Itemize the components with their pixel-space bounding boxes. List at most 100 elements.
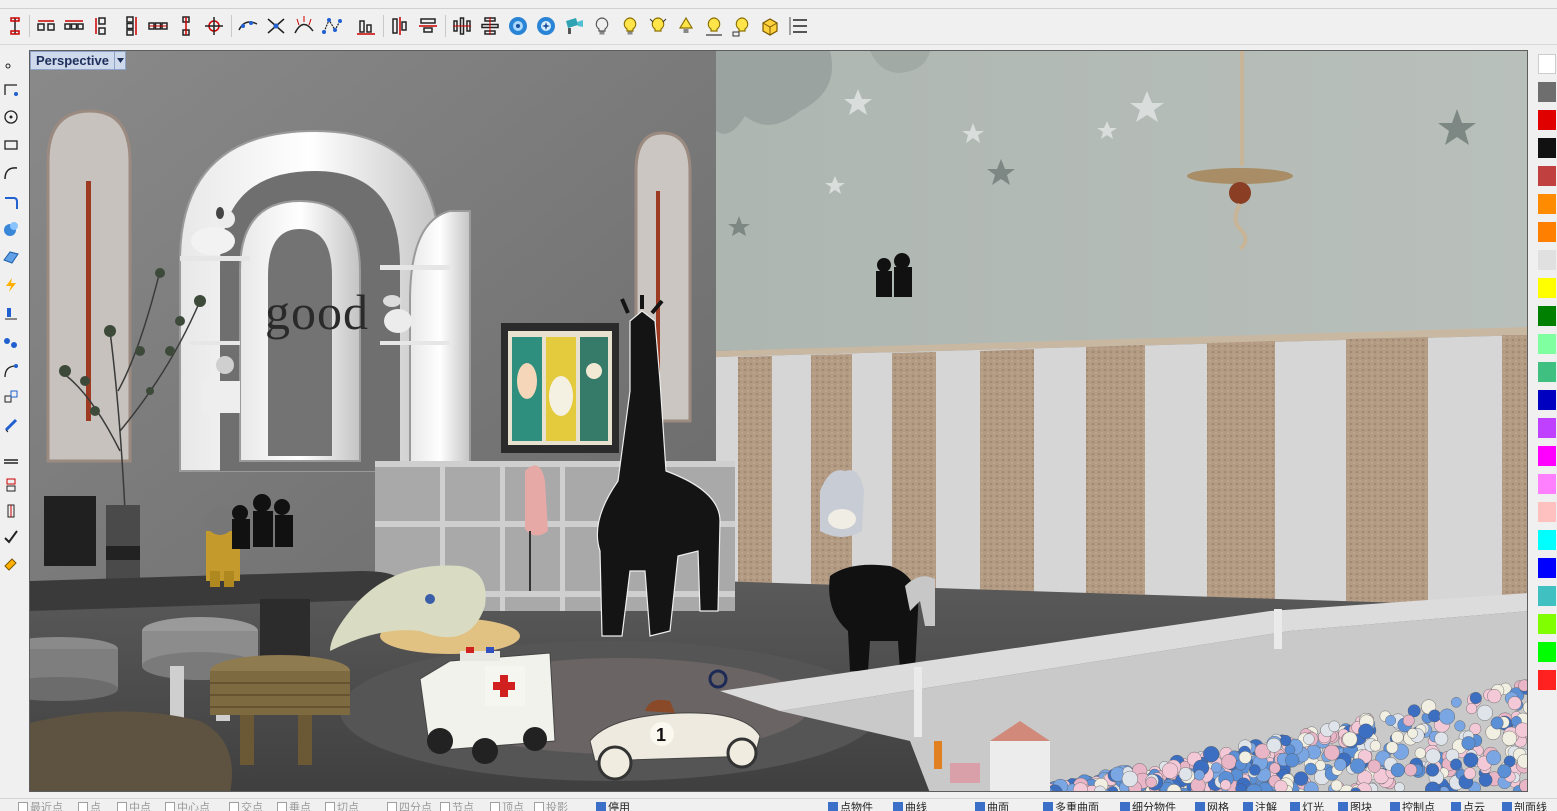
checkbox-icon[interactable] bbox=[18, 802, 28, 811]
color-swatch[interactable] bbox=[1538, 530, 1556, 550]
surface-icon[interactable] bbox=[0, 218, 22, 240]
color-swatch[interactable] bbox=[1538, 250, 1556, 270]
color-swatch[interactable] bbox=[1538, 110, 1556, 130]
transform-icon[interactable] bbox=[0, 332, 22, 354]
rotate-icon[interactable] bbox=[0, 386, 22, 408]
paint-icon[interactable] bbox=[0, 552, 22, 574]
align-center-icon[interactable] bbox=[416, 14, 440, 38]
osnap-toggle[interactable]: 节点 bbox=[440, 801, 474, 811]
align-bottom-icon[interactable] bbox=[354, 14, 378, 38]
light-bulb-on-icon[interactable] bbox=[618, 14, 642, 38]
color-swatch[interactable] bbox=[1538, 222, 1556, 242]
checkbox-icon[interactable] bbox=[490, 802, 500, 811]
checkbox-icon[interactable] bbox=[534, 802, 544, 811]
boolean-icon[interactable] bbox=[0, 302, 22, 324]
snap-center-icon[interactable] bbox=[202, 14, 226, 38]
checkbox-icon[interactable] bbox=[1390, 802, 1400, 811]
perspective-viewport[interactable]: 1 bbox=[29, 50, 1528, 792]
osnap-toggle[interactable]: 曲线 bbox=[893, 801, 927, 811]
plane-surface-icon[interactable] bbox=[0, 274, 22, 296]
point-icon[interactable] bbox=[0, 52, 22, 74]
osnap-toggle[interactable]: 切点 bbox=[325, 801, 359, 811]
osnap-toggle[interactable]: 多重曲面 bbox=[1043, 801, 1099, 811]
light-bulb-spot-icon[interactable] bbox=[674, 14, 698, 38]
light-bulb-rect-icon[interactable] bbox=[730, 14, 754, 38]
osnap-toggle[interactable]: 曲面 bbox=[975, 801, 1009, 811]
chain-dimension-icon[interactable] bbox=[146, 14, 170, 38]
control-points-icon[interactable] bbox=[320, 14, 344, 38]
color-swatch[interactable] bbox=[1538, 362, 1556, 382]
color-swatch[interactable] bbox=[1538, 474, 1556, 494]
curve-intersect-icon[interactable] bbox=[264, 14, 288, 38]
osnap-toggle[interactable]: 中点 bbox=[117, 801, 151, 811]
align-vertical-icon[interactable] bbox=[388, 14, 412, 38]
light-bulb-off-icon[interactable] bbox=[590, 14, 614, 38]
distribute-horizontal-icon[interactable] bbox=[478, 14, 502, 38]
color-swatch[interactable] bbox=[1538, 278, 1556, 298]
color-swatch[interactable] bbox=[1538, 306, 1556, 326]
checkbox-icon[interactable] bbox=[1338, 802, 1348, 811]
checkbox-icon[interactable] bbox=[1451, 802, 1461, 811]
horizontal-dimension-2-icon[interactable] bbox=[62, 14, 86, 38]
vertical-chain-icon[interactable] bbox=[174, 14, 198, 38]
distribute-vertical-icon[interactable] bbox=[450, 14, 474, 38]
checkbox-icon[interactable] bbox=[828, 802, 838, 811]
align-icon[interactable] bbox=[0, 448, 22, 470]
cut-icon[interactable] bbox=[0, 474, 22, 496]
color-swatch[interactable] bbox=[1538, 418, 1556, 438]
vertex-icon[interactable] bbox=[0, 360, 22, 382]
color-swatch[interactable] bbox=[1538, 82, 1556, 102]
circle-icon[interactable] bbox=[0, 106, 22, 128]
camera-icon[interactable] bbox=[562, 14, 586, 38]
checkbox-icon[interactable] bbox=[1290, 802, 1300, 811]
check-icon[interactable] bbox=[0, 526, 22, 548]
osnap-toggle[interactable]: 四分点 bbox=[387, 801, 432, 811]
curve-icon[interactable] bbox=[0, 162, 22, 184]
rectangle-icon[interactable] bbox=[0, 134, 22, 156]
osnap-toggle[interactable]: 剖面线 bbox=[1502, 801, 1547, 811]
color-swatch[interactable] bbox=[1538, 166, 1556, 186]
checkbox-icon[interactable] bbox=[893, 802, 903, 811]
viewport-name[interactable]: Perspective bbox=[31, 53, 114, 68]
layer-list-icon[interactable] bbox=[786, 14, 810, 38]
color-swatch[interactable] bbox=[1538, 642, 1556, 662]
checkbox-icon[interactable] bbox=[387, 802, 397, 811]
checkbox-icon[interactable] bbox=[1502, 802, 1512, 811]
checkbox-icon[interactable] bbox=[277, 802, 287, 811]
osnap-toggle[interactable]: 控制点 bbox=[1390, 801, 1435, 811]
box-light-icon[interactable] bbox=[758, 14, 782, 38]
vertical-dimension-2-icon[interactable] bbox=[118, 14, 142, 38]
color-swatch[interactable] bbox=[1538, 670, 1556, 690]
horizontal-dimension-icon[interactable] bbox=[34, 14, 58, 38]
osnap-toggle[interactable]: 最近点 bbox=[18, 801, 63, 811]
osnap-toggle[interactable]: 网格 bbox=[1195, 801, 1229, 811]
checkbox-icon[interactable] bbox=[1120, 802, 1130, 811]
checkbox-icon[interactable] bbox=[1195, 802, 1205, 811]
light-bulb-multi-icon[interactable] bbox=[646, 14, 670, 38]
osnap-toggle[interactable]: 细分物件 bbox=[1120, 801, 1176, 811]
osnap-toggle[interactable]: 点 bbox=[78, 801, 101, 811]
color-swatch[interactable] bbox=[1538, 138, 1556, 158]
osnap-toggle[interactable]: 投影 bbox=[534, 801, 568, 811]
polyline-icon[interactable] bbox=[0, 78, 22, 100]
curve-network-icon[interactable] bbox=[236, 14, 260, 38]
checkbox-icon[interactable] bbox=[440, 802, 450, 811]
checkbox-icon[interactable] bbox=[117, 802, 127, 811]
checkbox-icon[interactable] bbox=[78, 802, 88, 811]
osnap-toggle[interactable]: 交点 bbox=[229, 801, 263, 811]
render-sphere-icon[interactable] bbox=[506, 14, 530, 38]
osnap-toggle[interactable]: 顶点 bbox=[490, 801, 524, 811]
color-swatch[interactable] bbox=[1538, 390, 1556, 410]
checkbox-icon[interactable] bbox=[229, 802, 239, 811]
color-swatch[interactable] bbox=[1538, 586, 1556, 606]
color-swatch[interactable] bbox=[1538, 446, 1556, 466]
light-bulb-linear-icon[interactable] bbox=[702, 14, 726, 38]
color-swatch[interactable] bbox=[1538, 502, 1556, 522]
osnap-toggle[interactable]: 图块 bbox=[1338, 801, 1372, 811]
fillet-icon[interactable] bbox=[0, 192, 22, 214]
osnap-toggle[interactable]: 点物件 bbox=[828, 801, 873, 811]
viewport-title-tab[interactable]: Perspective bbox=[30, 51, 126, 70]
render-settings-icon[interactable] bbox=[534, 14, 558, 38]
checkbox-icon[interactable] bbox=[975, 802, 985, 811]
osnap-toggle[interactable]: 点云 bbox=[1451, 801, 1485, 811]
